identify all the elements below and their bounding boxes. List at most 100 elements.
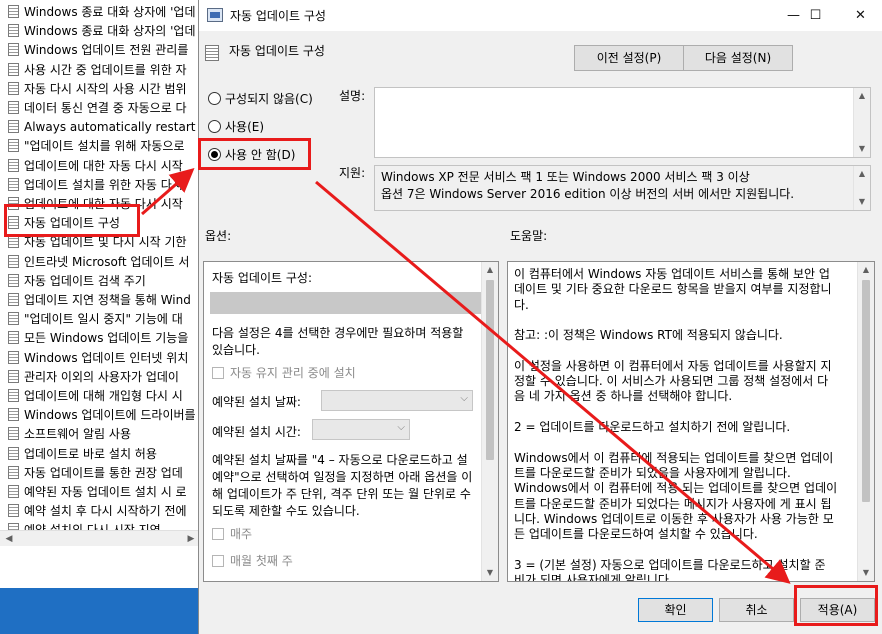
- policy-list-item[interactable]: 사용 시간 중 업데이트를 위한 자: [8, 61, 187, 80]
- policy-list-item[interactable]: 관리자 이외의 사용자가 업데이: [8, 368, 179, 387]
- policy-list-item[interactable]: 업데이트 설치를 위한 자동 다시: [8, 176, 183, 195]
- ok-button[interactable]: 확인: [638, 598, 713, 622]
- scroll-right-icon[interactable]: ▶: [184, 532, 198, 546]
- policy-list-item-label: 업데이트에 대해 개입형 다시 시: [24, 389, 183, 403]
- policy-list-item[interactable]: 업데이트에 대해 개입형 다시 시: [8, 387, 183, 406]
- radio-enabled[interactable]: 사용(E): [208, 118, 264, 136]
- policy-list-item-label: 자동 업데이트를 통한 권장 업데: [24, 465, 183, 480]
- policy-setting-icon: [8, 427, 19, 441]
- scheduled-day-dropdown[interactable]: ⌵: [321, 390, 473, 411]
- scroll-up-icon[interactable]: ▲: [482, 262, 498, 278]
- comment-scrollbar[interactable]: ▲ ▼: [853, 88, 870, 157]
- policy-list-item-label: 업데이트 지연 정책을 통해 Wind: [24, 293, 191, 307]
- policy-list-item[interactable]: Windows 종료 대화 상자에 '업데: [8, 3, 195, 22]
- policy-list-item-label: 자동 다시 시작의 사용 시간 범위: [24, 81, 187, 96]
- policy-list-item[interactable]: 데이터 통신 연결 중 자동으로 다: [8, 99, 187, 118]
- previous-setting-button[interactable]: 이전 설정(P): [574, 45, 684, 71]
- policy-setting-icon: [8, 235, 19, 249]
- radio-enabled-indicator[interactable]: [208, 120, 221, 133]
- scheduled-time-dropdown[interactable]: ⌵: [312, 419, 410, 440]
- scroll-down-icon[interactable]: ▼: [858, 565, 874, 581]
- options-scroll-thumb[interactable]: [486, 280, 494, 460]
- options-panel: 자동 업데이트 구성: 다음 설정은 4를 선택한 경우에만 필요하며 적용할 …: [203, 261, 499, 582]
- configure-dropdown[interactable]: [210, 292, 482, 314]
- help-scroll-thumb[interactable]: [862, 280, 870, 502]
- policy-list-item-label: Windows 종료 대화 상자에 '업데: [24, 5, 196, 19]
- scroll-left-icon[interactable]: ◀: [2, 532, 16, 546]
- policy-list-item[interactable]: 모든 Windows 업데이트 기능을: [8, 329, 188, 348]
- maintenance-checkbox-label: 자동 유지 관리 중에 설치: [230, 366, 356, 380]
- scroll-down-icon[interactable]: ▼: [854, 194, 870, 210]
- weekly-checkbox[interactable]: [212, 528, 224, 540]
- policy-list-item-label: Windows 종료 대화 상자의 '업데: [24, 24, 196, 39]
- scroll-up-icon[interactable]: ▲: [858, 262, 874, 278]
- scheduled-day-label: 예약된 설치 날짜:: [212, 395, 301, 409]
- schedule-description: 예약된 설치 날짜를 "4 – 자동으로 다운로드하고 설: [212, 453, 468, 467]
- scroll-down-icon[interactable]: ▼: [854, 141, 870, 157]
- policy-list-footer: [0, 546, 200, 588]
- policy-setting-icon: [8, 350, 19, 364]
- close-icon[interactable]: ✕: [838, 0, 882, 31]
- comment-textbox[interactable]: ▲ ▼: [374, 87, 871, 158]
- schedule-description: 되도록 제한할 수도 있습니다.: [212, 504, 360, 518]
- help-line: 참고: :이 정책은 Windows RT에 적용되지 않습니다.: [514, 328, 783, 343]
- supported-line: Windows XP 전문 서비스 팩 1 또는 Windows 2000 서비…: [381, 170, 750, 184]
- policy-setting-icon: [8, 43, 19, 57]
- policy-setting-icon: [8, 81, 19, 95]
- policy-list-item[interactable]: Windows 업데이트 인터넷 위치: [8, 349, 188, 368]
- cancel-button[interactable]: 취소: [719, 598, 794, 622]
- help-scrollbar[interactable]: ▲ ▼: [857, 262, 874, 581]
- policy-list-item[interactable]: 자동 업데이트를 통한 권장 업데: [8, 464, 183, 483]
- policy-list-horizontal-scrollbar[interactable]: ◀ ▶: [0, 530, 200, 546]
- comment-label: 설명:: [339, 89, 366, 103]
- policy-list-item[interactable]: Windows 종료 대화 상자의 '업데: [8, 22, 195, 41]
- taskbar: [0, 588, 200, 634]
- highlight-apply-button: [794, 585, 878, 626]
- policy-list-item[interactable]: Always automatically restart at t: [8, 118, 199, 137]
- policy-list-item[interactable]: "업데이트 일시 중지" 기능에 대: [8, 310, 183, 329]
- weekly-checkbox-row[interactable]: 매주: [212, 525, 252, 542]
- policy-list-item-label: 업데이트에 대한 자동 다시 시작: [24, 158, 183, 173]
- options-note: 있습니다.: [212, 343, 260, 357]
- policy-list-item[interactable]: Windows 업데이트에 드라이버를: [8, 406, 196, 425]
- radio-not-configured-label: 구성되지 않음(C): [225, 92, 313, 106]
- policy-list-item[interactable]: "업데이트 설치를 위해 자동으로: [8, 137, 184, 156]
- first-week-checkbox-row[interactable]: 매월 첫째 주: [212, 552, 293, 569]
- first-week-checkbox[interactable]: [212, 555, 224, 567]
- radio-not-configured[interactable]: 구성되지 않음(C): [208, 90, 313, 108]
- policy-list-item[interactable]: 인트라넷 Microsoft 업데이트 서: [8, 253, 189, 272]
- policy-setting-icon: [8, 254, 19, 268]
- policy-list-item[interactable]: 업데이트 지연 정책을 통해 Wind: [8, 291, 191, 310]
- chevron-down-icon: ⌵: [460, 393, 468, 404]
- policy-list-item[interactable]: Windows 업데이트 전원 관리를: [8, 41, 188, 60]
- policy-list-item-label: 자동 업데이트 검색 주기: [24, 273, 146, 288]
- schedule-description: 해 업데이트가 주 단위, 격주 단위 또는 월 단위로 수: [212, 487, 471, 501]
- next-setting-button[interactable]: 다음 설정(N): [683, 45, 793, 71]
- policy-list-item[interactable]: 자동 다시 시작의 사용 시간 범위: [8, 80, 187, 99]
- scroll-up-icon[interactable]: ▲: [854, 88, 870, 104]
- title-bar[interactable]: 자동 업데이트 구성 — ☐ ✕: [199, 0, 882, 31]
- maintenance-checkbox-row[interactable]: 자동 유지 관리 중에 설치: [212, 364, 356, 381]
- policy-list-item-label: Always automatically restart at t: [24, 120, 199, 135]
- policy-list-item-label: 사용 시간 중 업데이트를 위한 자: [24, 62, 187, 77]
- policy-list-item[interactable]: 예약된 자동 업데이트 설치 시 로: [8, 483, 187, 502]
- radio-not-configured-indicator[interactable]: [208, 92, 221, 105]
- policy-setting-icon: [8, 485, 19, 498]
- policy-list-item[interactable]: 자동 업데이트 검색 주기: [8, 272, 146, 291]
- policy-setting-icon: [8, 312, 19, 326]
- scroll-down-icon[interactable]: ▼: [482, 565, 498, 581]
- policy-list-item[interactable]: 업데이트로 바로 설치 허용: [8, 445, 157, 464]
- configure-label: 자동 업데이트 구성:: [212, 271, 312, 285]
- supported-scrollbar[interactable]: ▲ ▼: [853, 166, 870, 210]
- options-scrollbar[interactable]: ▲ ▼: [481, 262, 498, 581]
- maintenance-checkbox[interactable]: [212, 367, 224, 379]
- scroll-up-icon[interactable]: ▲: [854, 166, 870, 182]
- policy-list-item[interactable]: 업데이트에 대한 자동 다시 시작: [8, 157, 183, 176]
- policy-list-item[interactable]: 소프트웨어 알림 사용: [8, 425, 131, 444]
- policy-list-item[interactable]: 예약 설치 후 다시 시작하기 전에: [8, 502, 187, 521]
- policy-setting-icon: [8, 62, 19, 76]
- maximize-icon[interactable]: ☐: [793, 0, 838, 31]
- first-week-checkbox-label: 매월 첫째 주: [230, 554, 293, 568]
- policy-setting-icon: [8, 465, 19, 479]
- policy-list: Windows 종료 대화 상자에 '업데 Windows 종료 대화 상자의 '…: [0, 0, 200, 588]
